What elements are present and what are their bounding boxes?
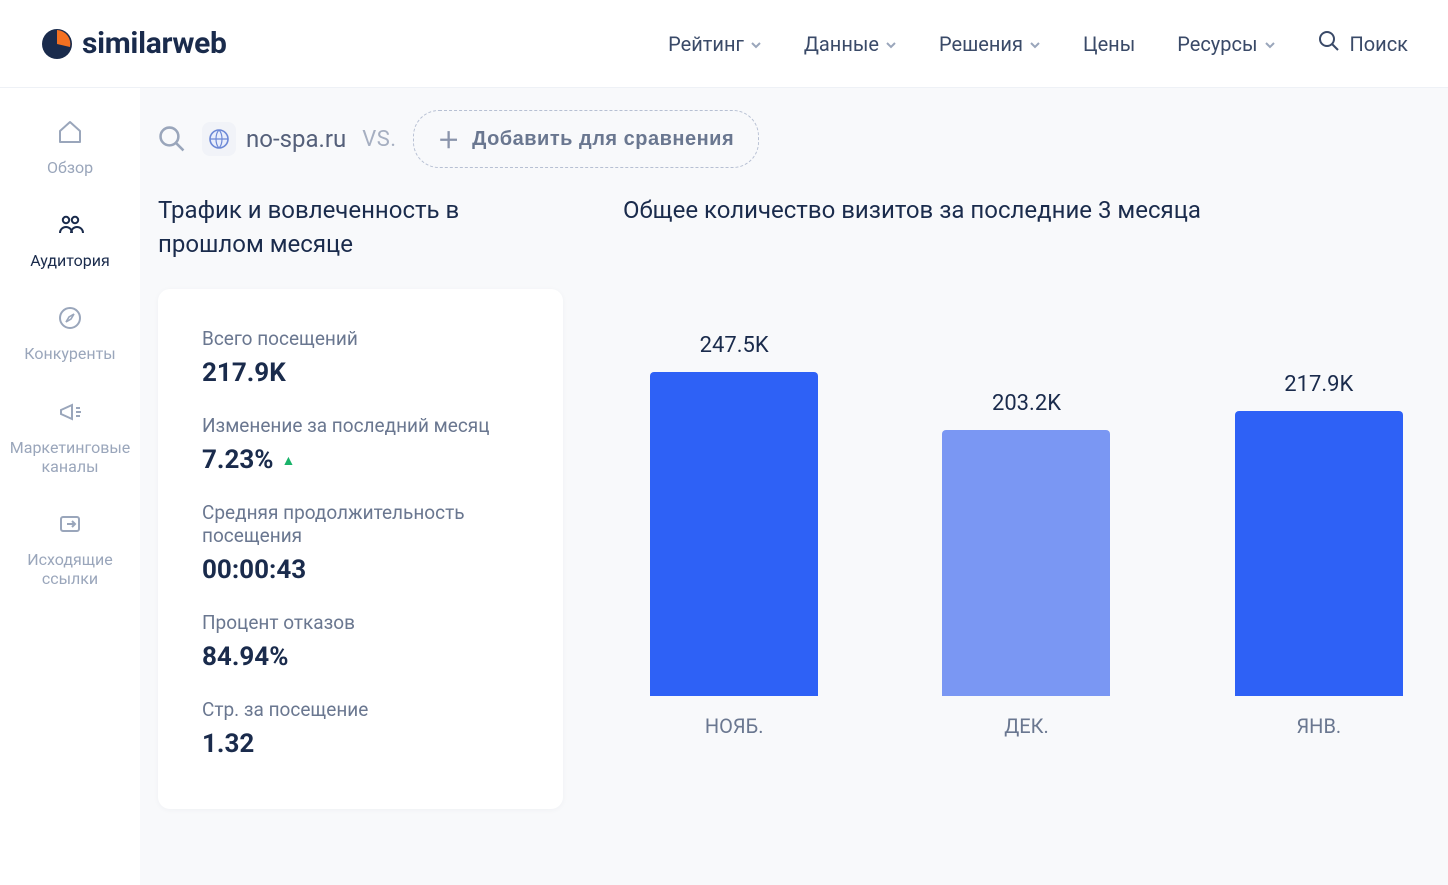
metric-value: 84.94% [202,642,519,672]
metric-value-text: 7.23% [202,445,274,475]
metric-value: 00:00:43 [202,555,519,585]
nav-label: Рейтинг [668,32,744,56]
add-compare-button[interactable]: ＋ Добавить для сравнения [413,110,760,168]
home-icon [56,118,84,150]
context-search-button[interactable] [158,125,186,153]
metric-label: Процент отказов [202,611,519,634]
bar-value-label: 247.5K [700,333,769,358]
logo-text: similarweb [82,26,227,61]
nav-ranking[interactable]: Рейтинг [668,32,762,56]
vs-label: VS. [362,127,396,152]
metric-label: Стр. за посещение [202,698,519,721]
search-icon [1318,30,1340,57]
topbar: similarweb Рейтинг Данные Решения Цены Р… [0,0,1448,88]
sidebar-item-competitors[interactable]: Конкуренты [10,304,130,363]
sidebar-label: Исходящие ссылки [10,550,130,588]
trend-up-icon: ▲ [282,452,296,469]
metric-label: Средняя продолжительность посещения [202,501,519,547]
nav-data[interactable]: Данные [804,32,897,56]
nav-label: Цены [1083,32,1135,56]
engagement-panel: Трафик и вовлеченность в прошлом месяце … [158,194,563,809]
logo[interactable]: similarweb [40,26,227,61]
domain-chip[interactable]: no-spa.ru [202,122,346,156]
nav-label: Ресурсы [1177,32,1257,56]
sidebar-label: Обзор [47,158,93,177]
users-icon [56,211,84,243]
bar-value-label: 203.2K [992,391,1061,416]
megaphone-icon [56,398,84,430]
compare-label: Добавить для сравнения [472,128,734,151]
panel-title: Трафик и вовлеченность в прошлом месяце [158,194,563,261]
bar-column: 217.9K [1218,256,1420,696]
bar-chart: 247.5K 203.2K 217.9K НОЯБ. ДЕК. ЯНВ. [623,256,1430,738]
main: no-spa.ru VS. ＋ Добавить для сравнения Т… [140,88,1448,885]
metric-bounce-rate: Процент отказов 84.94% [202,611,519,672]
globe-icon [202,122,236,156]
nav-resources[interactable]: Ресурсы [1177,32,1275,56]
chevron-down-icon [1029,32,1041,56]
metric-label: Изменение за последний месяц [202,414,519,437]
x-axis-label: ДЕК. [925,714,1127,738]
metric-month-change: Изменение за последний месяц 7.23% ▲ [202,414,519,475]
search-button[interactable]: Поиск [1318,30,1409,57]
panel-title: Общее количество визитов за последние 3 … [623,194,1430,228]
sidebar: Обзор Аудитория Конкуренты Мар [0,88,140,885]
nav-label: Решения [939,32,1023,56]
sidebar-item-marketing[interactable]: Маркетинговые каналы [10,398,130,476]
bar[interactable] [1235,411,1403,696]
nav-pricing[interactable]: Цены [1083,32,1135,56]
logo-icon [40,27,74,61]
nav-label: Данные [804,32,879,56]
chevron-down-icon [1264,32,1276,56]
sidebar-label: Маркетинговые каналы [10,438,130,476]
x-axis-label: ЯНВ. [1218,714,1420,738]
bar[interactable] [942,430,1110,696]
compass-icon [56,304,84,336]
metric-label: Всего посещений [202,327,519,350]
metric-avg-duration: Средняя продолжительность посещения 00:0… [202,501,519,585]
domain-name: no-spa.ru [246,125,346,153]
sidebar-item-overview[interactable]: Обзор [10,118,130,177]
metric-value: 217.9K [202,358,519,388]
x-axis-label: НОЯБ. [633,714,835,738]
bar-column: 203.2K [925,256,1127,696]
bar-value-label: 217.9K [1284,372,1353,397]
metric-pages-per-visit: Стр. за посещение 1.32 [202,698,519,759]
metric-value: 1.32 [202,729,519,759]
context-bar: no-spa.ru VS. ＋ Добавить для сравнения [140,88,1448,194]
search-label: Поиск [1350,32,1409,56]
bar[interactable] [650,372,818,696]
visits-chart-panel: Общее количество визитов за последние 3 … [623,194,1430,809]
sidebar-item-audience[interactable]: Аудитория [10,211,130,270]
plus-icon: ＋ [438,123,461,155]
bar-column: 247.5K [633,256,835,696]
metric-value: 7.23% ▲ [202,445,519,475]
sidebar-label: Аудитория [30,251,110,270]
sidebar-item-outgoing[interactable]: Исходящие ссылки [10,510,130,588]
metrics-card: Всего посещений 217.9K Изменение за посл… [158,289,563,809]
metric-total-visits: Всего посещений 217.9K [202,327,519,388]
chevron-down-icon [885,32,897,56]
nav-solutions[interactable]: Решения [939,32,1041,56]
sidebar-label: Конкуренты [24,344,115,363]
chevron-down-icon [750,32,762,56]
external-link-icon [56,510,84,542]
top-nav: Рейтинг Данные Решения Цены Ресурсы Поис… [668,30,1408,57]
